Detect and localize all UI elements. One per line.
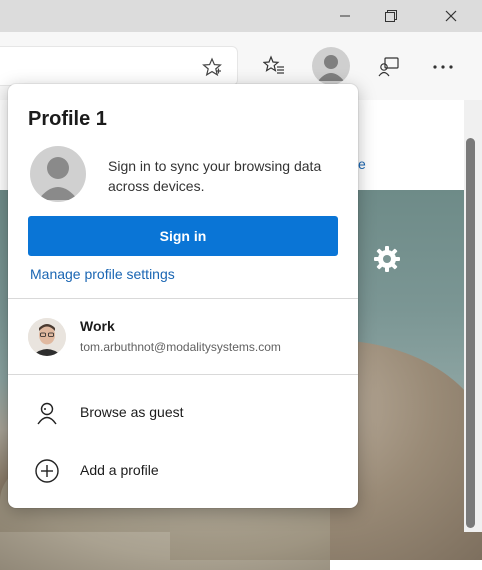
close-icon: [445, 10, 457, 22]
profile-avatar-icon[interactable]: [312, 47, 350, 85]
guest-icon: [34, 400, 60, 426]
minimize-button[interactable]: [322, 0, 368, 32]
restore-button[interactable]: [368, 0, 414, 32]
work-avatar: [28, 318, 66, 356]
sign-in-button[interactable]: Sign in: [28, 216, 338, 256]
add-circle-icon: [34, 458, 60, 484]
more-dots-icon[interactable]: [430, 54, 456, 80]
minimize-icon: [340, 15, 350, 17]
manage-profile-settings-link[interactable]: Manage profile settings: [30, 266, 175, 282]
profile-name: Work: [80, 318, 115, 334]
profile-avatar: [30, 146, 86, 202]
favorites-list-icon[interactable]: [262, 54, 286, 78]
partial-link[interactable]: e: [358, 156, 366, 172]
profile-email: tom.arbuthnot@modalitysystems.com: [80, 340, 281, 354]
star-icon[interactable]: [200, 55, 224, 79]
feedback-icon[interactable]: [376, 54, 402, 80]
profile-flyout: Profile 1 Sign in to sync your browsing …: [8, 84, 358, 508]
scrollbar-thumb[interactable]: [466, 138, 475, 528]
divider: [8, 374, 358, 375]
title-bar: [0, 0, 482, 32]
close-button[interactable]: [428, 0, 474, 32]
divider: [8, 298, 358, 299]
address-bar[interactable]: [0, 46, 238, 86]
profile-title: Profile 1: [28, 108, 107, 130]
person-icon: [38, 157, 78, 200]
add-a-profile-item[interactable]: Add a profile: [8, 446, 358, 496]
gear-icon[interactable]: [372, 244, 402, 274]
restore-icon: [385, 10, 397, 22]
browse-as-guest-label: Browse as guest: [80, 404, 184, 420]
add-a-profile-label: Add a profile: [80, 462, 159, 478]
browse-as-guest-item[interactable]: Browse as guest: [8, 388, 358, 438]
sync-message: Sign in to sync your browsing data acros…: [108, 158, 322, 194]
